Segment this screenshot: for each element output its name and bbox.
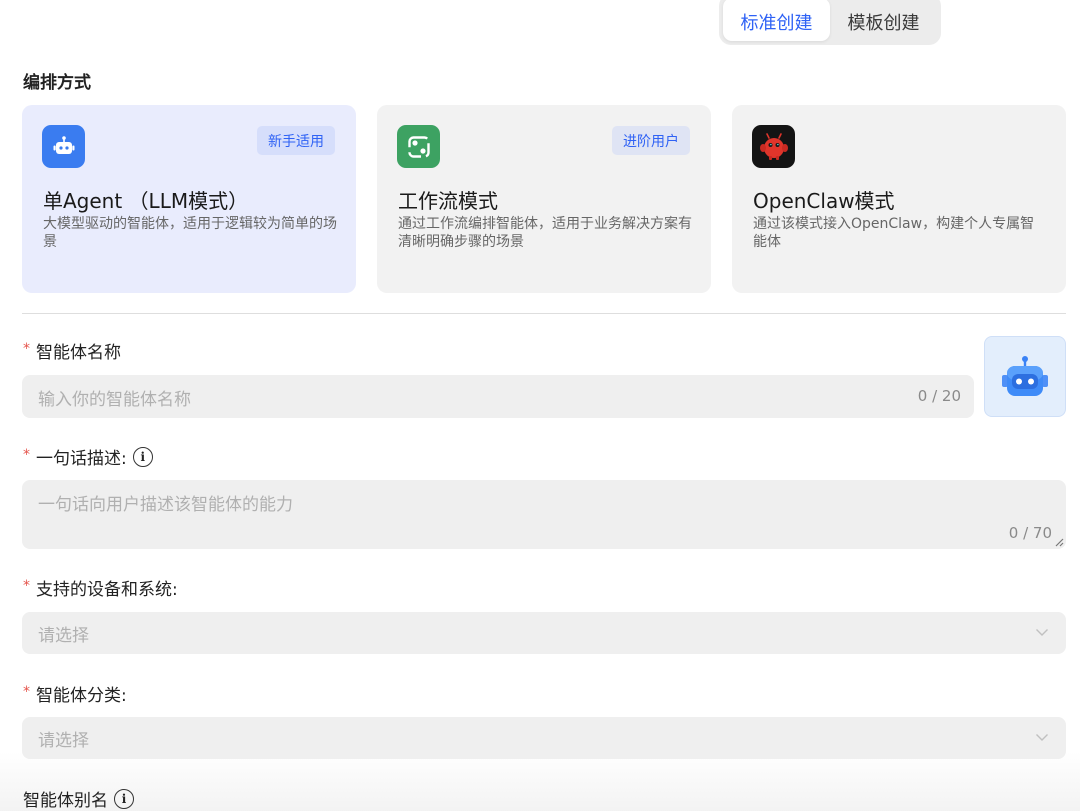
name-input[interactable]: 输入你的智能体名称 0 / 20 <box>22 375 974 418</box>
name-label: * 智能体名称 <box>23 338 121 364</box>
advanced-badge: 进阶用户 <box>612 126 690 155</box>
required-mark: * <box>23 577 30 594</box>
beginner-badge: 新手适用 <box>257 126 335 155</box>
required-mark: * <box>23 446 30 463</box>
creation-mode-switch: 标准创建 模板创建 <box>719 0 941 45</box>
devices-select[interactable]: 请选择 <box>22 612 1066 654</box>
required-mark: * <box>23 340 30 357</box>
mode-card-workflow[interactable]: 进阶用户 工作流模式 通过工作流编排智能体，适用于业务解决方案有清晰明确步骤的场… <box>377 105 711 293</box>
card-description: 通过该模式接入OpenClaw，构建个人专属智能体 <box>753 216 1035 250</box>
name-char-counter: 0 / 20 <box>917 387 961 405</box>
section-divider <box>22 313 1066 314</box>
info-icon[interactable]: i <box>132 446 153 467</box>
card-title: 工作流模式 <box>398 189 498 213</box>
name-label-text: 智能体名称 <box>36 343 121 363</box>
card-title: 单Agent （LLM模式） <box>43 189 249 213</box>
category-select[interactable]: 请选择 <box>22 717 1066 759</box>
devices-label: * 支持的设备和系统: <box>23 575 178 601</box>
alias-label-text: 智能体别名 <box>23 791 108 811</box>
devices-placeholder: 请选择 <box>38 626 89 646</box>
name-placeholder: 输入你的智能体名称 <box>38 390 191 410</box>
robot-avatar-icon <box>1002 355 1048 396</box>
card-title: OpenClaw模式 <box>753 189 895 213</box>
openclaw-icon <box>752 125 795 168</box>
category-placeholder: 请选择 <box>38 731 89 751</box>
card-description: 大模型驱动的智能体，适用于逻辑较为简单的场景 <box>43 216 337 250</box>
description-label-text: 一句话描述: <box>36 449 127 469</box>
description-char-counter: 0 / 70 <box>1008 524 1052 542</box>
orchestration-section-title: 编排方式 <box>23 73 91 93</box>
robot-icon <box>42 125 85 168</box>
info-icon[interactable]: i <box>114 788 134 809</box>
description-label: * 一句话描述: i <box>23 444 153 469</box>
chevron-down-icon <box>1036 734 1048 741</box>
resize-handle-icon[interactable] <box>1054 537 1064 547</box>
card-description: 通过工作流编排智能体，适用于业务解决方案有清晰明确步骤的场景 <box>398 216 692 250</box>
category-label: * 智能体分类: <box>23 681 127 707</box>
category-label-text: 智能体分类: <box>36 686 127 706</box>
description-placeholder: 一句话向用户描述该智能体的能力 <box>38 495 293 515</box>
required-mark: * <box>23 683 30 700</box>
mode-card-openclaw[interactable]: OpenClaw模式 通过该模式接入OpenClaw，构建个人专属智能体 <box>732 105 1066 293</box>
tab-standard-create[interactable]: 标准创建 <box>723 0 830 41</box>
avatar-upload[interactable] <box>984 336 1066 417</box>
description-textarea[interactable]: 一句话向用户描述该智能体的能力 0 / 70 <box>22 480 1066 549</box>
workflow-icon <box>397 125 440 168</box>
bottom-fade <box>0 752 1080 811</box>
mode-card-single-agent[interactable]: 新手适用 单Agent （LLM模式） 大模型驱动的智能体，适用于逻辑较为简单的… <box>22 105 356 293</box>
chevron-down-icon <box>1036 629 1048 636</box>
tab-template-create[interactable]: 模板创建 <box>830 0 937 41</box>
alias-label: 智能体别名 i <box>23 786 134 811</box>
devices-label-text: 支持的设备和系统: <box>36 580 178 600</box>
